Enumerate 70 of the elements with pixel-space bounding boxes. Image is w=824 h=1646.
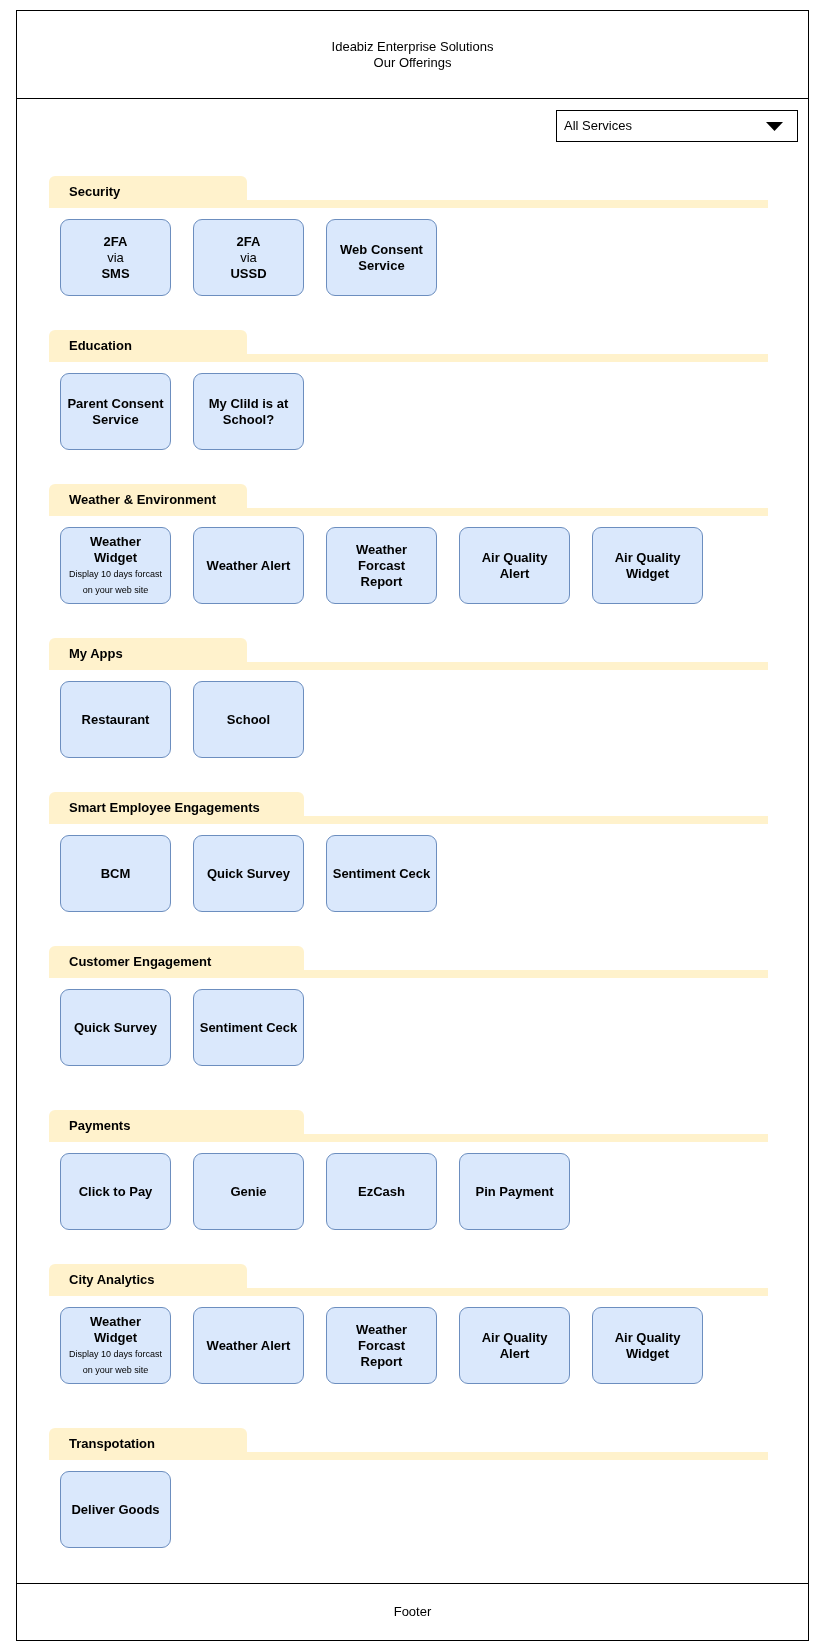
service-card[interactable]: Weather Widget Display 10 days forcast on your web site (60, 1307, 171, 1384)
card-label: Air Quality Widget (614, 1329, 681, 1362)
card-label: Quick Survey (206, 865, 291, 882)
caret-icon (766, 121, 783, 131)
service-card[interactable]: Restaurant (60, 681, 171, 758)
card-label: Parent Consent Service (67, 395, 164, 428)
card-label: Weather Forcast Report (355, 1321, 408, 1370)
service-card[interactable]: EzCash (326, 1153, 437, 1230)
service-card[interactable]: Air Quality Alert (459, 527, 570, 604)
card-label: Air Quality Alert (481, 549, 548, 582)
service-card[interactable]: Web Consent Service (326, 219, 437, 296)
service-card[interactable]: Weather Alert (193, 527, 304, 604)
card-label: Sentiment Ceck (332, 865, 431, 882)
card-label: Restaurant (81, 711, 150, 728)
service-card[interactable]: Air Quality Widget (592, 527, 703, 604)
card-description: Display 10 days forcast on your web site (68, 567, 162, 597)
section-heading: Education (49, 330, 247, 362)
service-card[interactable]: 2FA via USSD (193, 219, 304, 296)
service-card[interactable]: Parent Consent Service (60, 373, 171, 450)
card-label: Air Quality Widget (614, 549, 681, 582)
card-label: Sentiment Ceck (199, 1019, 298, 1036)
service-card[interactable]: Sentiment Ceck (193, 989, 304, 1066)
section-heading: Security (49, 176, 247, 208)
section-heading: My Apps (49, 638, 247, 670)
services-dropdown[interactable]: All Services (556, 110, 798, 142)
card-label: Weather Alert (206, 557, 291, 574)
service-card[interactable]: Weather Widget Display 10 days forcast on your web site (60, 527, 171, 604)
service-card[interactable]: Weather Forcast Report (326, 527, 437, 604)
card-label: Deliver Goods (71, 1501, 160, 1518)
service-card[interactable]: Genie (193, 1153, 304, 1230)
service-card[interactable]: BCM (60, 835, 171, 912)
card-label: School (226, 711, 271, 728)
card-label: Click to Pay (78, 1183, 153, 1200)
card-label: My Clild is at School? (208, 395, 289, 428)
section-heading: City Analytics (49, 1264, 247, 1296)
card-label: Weather Widget (89, 533, 142, 566)
card-label: Air Quality Alert (481, 1329, 548, 1362)
card-label: BCM (100, 865, 131, 882)
service-card[interactable]: Click to Pay (60, 1153, 171, 1230)
service-card[interactable]: Pin Payment (459, 1153, 570, 1230)
section-heading: Customer Engagement (49, 946, 304, 978)
card-label: Weather Widget (89, 1313, 142, 1346)
card-label: Genie (230, 1183, 267, 1200)
service-card[interactable]: Deliver Goods (60, 1471, 171, 1548)
card-label: Quick Survey (73, 1019, 158, 1036)
section-heading: Smart Employee Engagements (49, 792, 304, 824)
card-label: 2FA via USSD (230, 233, 267, 282)
section-heading: Transpotation (49, 1428, 247, 1460)
service-card[interactable]: Air Quality Alert (459, 1307, 570, 1384)
service-card[interactable]: 2FA via SMS (60, 219, 171, 296)
card-label: Pin Payment (475, 1183, 554, 1200)
card-label: Weather Forcast Report (355, 541, 408, 590)
card-label: 2FA via SMS (101, 233, 130, 282)
header-subtitle: Our Offerings (373, 54, 452, 71)
footer-text: Footer (393, 1603, 432, 1622)
service-card[interactable]: Weather Alert (193, 1307, 304, 1384)
card-label: EzCash (358, 1183, 405, 1200)
service-card[interactable]: Quick Survey (60, 989, 171, 1066)
header-title: Ideabiz Enterprise Solutions (331, 38, 494, 55)
service-card[interactable]: Quick Survey (193, 835, 304, 912)
card-label: Weather Alert (206, 1337, 291, 1354)
section-heading: Weather & Environment (49, 484, 247, 516)
card-description: Display 10 days forcast on your web site (68, 1347, 162, 1377)
service-card[interactable]: My Clild is at School? (193, 373, 304, 450)
service-card[interactable]: Sentiment Ceck (326, 835, 437, 912)
section-heading: Payments (49, 1110, 304, 1142)
card-label: Web Consent Service (340, 241, 423, 274)
service-card[interactable]: Weather Forcast Report (326, 1307, 437, 1384)
service-card[interactable]: Air Quality Widget (592, 1307, 703, 1384)
service-card[interactable]: School (193, 681, 304, 758)
